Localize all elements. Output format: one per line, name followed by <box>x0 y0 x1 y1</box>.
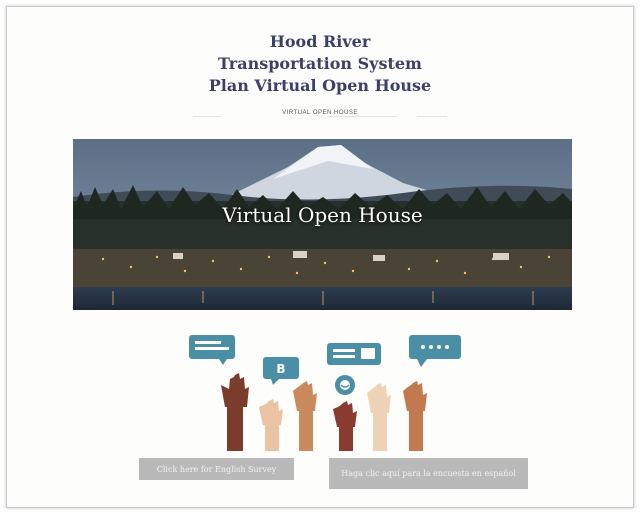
emoji-bubble-icon <box>335 375 355 395</box>
page-title-line-3: Plan Virtual Open House <box>208 76 432 95</box>
raised-hand-icon <box>221 373 249 451</box>
typing-bubble-icon <box>409 335 461 367</box>
nav-tab-virtual-open-house[interactable]: VIRTUAL OPEN HOUSE <box>7 110 633 116</box>
form-bubble-icon <box>327 343 381 365</box>
chat-bubble-icon <box>189 335 235 365</box>
nav-divider <box>417 116 447 117</box>
raised-hand-icon <box>367 383 391 451</box>
page-title-line-2: Transportation System <box>218 54 422 73</box>
nav-divider <box>327 116 397 117</box>
letter-bubble-icon: B <box>263 357 299 385</box>
raised-hand-icon <box>259 399 283 451</box>
nav-divider <box>193 116 221 117</box>
page-title: Hood River Transportation System Plan Vi… <box>7 31 633 97</box>
community-feedback-illustration: B <box>177 327 477 457</box>
spanish-survey-button[interactable]: Haga clic aquí para la encuesta en españ… <box>329 458 528 489</box>
bubble-letter: B <box>276 362 285 376</box>
hero-banner: Virtual Open House <box>73 139 572 310</box>
raised-hand-icon <box>403 381 427 451</box>
raised-hand-icon <box>293 381 317 451</box>
feedback-illustration-svg: B <box>189 335 461 451</box>
english-survey-button[interactable]: Click here for English Survey <box>139 458 294 480</box>
hero-caption: Virtual Open House <box>222 203 423 227</box>
page-frame: Hood River Transportation System Plan Vi… <box>6 6 634 508</box>
raised-hand-icon <box>333 401 357 451</box>
page-title-line-1: Hood River <box>269 32 371 51</box>
